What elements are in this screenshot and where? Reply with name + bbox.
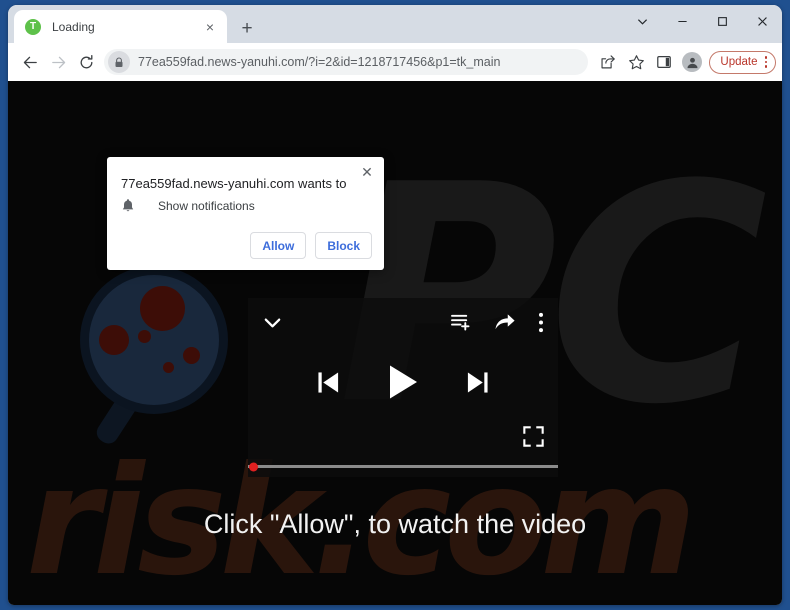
chevron-down-icon[interactable] xyxy=(262,312,283,333)
share-arrow-icon[interactable] xyxy=(494,313,516,332)
close-icon[interactable]: ✕ xyxy=(357,162,377,182)
germ-dot xyxy=(138,330,151,343)
player-top-right-actions xyxy=(451,312,544,333)
playlist-add-icon[interactable] xyxy=(451,313,472,332)
back-arrow-icon[interactable] xyxy=(16,48,44,76)
share-icon[interactable] xyxy=(594,48,622,76)
permission-label: Show notifications xyxy=(158,198,255,213)
previous-track-icon[interactable] xyxy=(317,370,340,395)
player-top-bar xyxy=(248,298,558,346)
bell-icon xyxy=(121,198,141,213)
browser-toolbar: 77ea559fad.news-yanuhi.com/?i=2&id=12187… xyxy=(8,43,782,81)
more-vertical-icon[interactable] xyxy=(538,312,544,333)
update-button-label: Update xyxy=(720,56,758,68)
germ-dot xyxy=(99,325,129,355)
address-bar[interactable]: 77ea559fad.news-yanuhi.com/?i=2&id=12187… xyxy=(104,49,589,75)
browser-window: T Loading × + 77ea559fad.news-yanuhi.com… xyxy=(8,5,782,605)
page-headline: Click "Allow", to watch the video xyxy=(203,509,587,539)
magnifier-lens xyxy=(80,266,228,414)
play-icon[interactable] xyxy=(388,364,418,400)
tab-close-icon[interactable]: × xyxy=(201,18,219,36)
tab-search-chevron-icon[interactable] xyxy=(622,5,662,37)
lock-icon[interactable] xyxy=(108,51,130,73)
window-controls xyxy=(622,5,782,37)
desktop-background: T Loading × + 77ea559fad.news-yanuhi.com… xyxy=(0,0,790,610)
permission-dialog-actions: Allow Block xyxy=(250,232,372,259)
side-panel-icon[interactable] xyxy=(650,48,678,76)
browser-tab[interactable]: T Loading × xyxy=(14,10,227,43)
notification-permission-dialog: ✕ 77ea559fad.news-yanuhi.com wants to Sh… xyxy=(107,157,384,270)
page-viewport: PC risk.com Click "Allow", to watch the … xyxy=(8,81,782,605)
tab-title: Loading xyxy=(52,19,95,34)
block-button[interactable]: Block xyxy=(315,232,372,259)
germ-dot xyxy=(140,286,185,331)
germ-dot xyxy=(163,362,174,373)
germ-dot xyxy=(183,347,200,364)
permission-dialog-title: 77ea559fad.news-yanuhi.com wants to xyxy=(121,176,347,191)
address-bar-url: 77ea559fad.news-yanuhi.com/?i=2&id=12187… xyxy=(138,55,501,69)
three-dot-menu-icon[interactable] xyxy=(764,56,767,68)
profile-avatar[interactable] xyxy=(678,48,706,76)
update-button[interactable]: Update xyxy=(709,50,776,74)
tab-favicon: T xyxy=(25,18,41,35)
minimize-icon[interactable] xyxy=(662,5,702,37)
magnifier-illustration xyxy=(80,266,240,448)
permission-row: Show notifications xyxy=(121,198,255,213)
player-progress-bar[interactable] xyxy=(248,462,558,471)
close-icon[interactable] xyxy=(742,5,782,37)
reload-icon[interactable] xyxy=(72,48,100,76)
new-tab-button[interactable]: + xyxy=(236,17,258,39)
maximize-icon[interactable] xyxy=(702,5,742,37)
star-icon[interactable] xyxy=(622,48,650,76)
forward-arrow-icon xyxy=(44,48,72,76)
player-progress-handle[interactable] xyxy=(249,462,258,471)
tab-strip: T Loading × + xyxy=(8,5,782,43)
next-track-icon[interactable] xyxy=(466,370,489,395)
fullscreen-icon[interactable] xyxy=(523,426,544,447)
allow-button[interactable]: Allow xyxy=(250,232,307,259)
player-transport-controls xyxy=(248,364,558,400)
video-player[interactable] xyxy=(248,298,558,477)
